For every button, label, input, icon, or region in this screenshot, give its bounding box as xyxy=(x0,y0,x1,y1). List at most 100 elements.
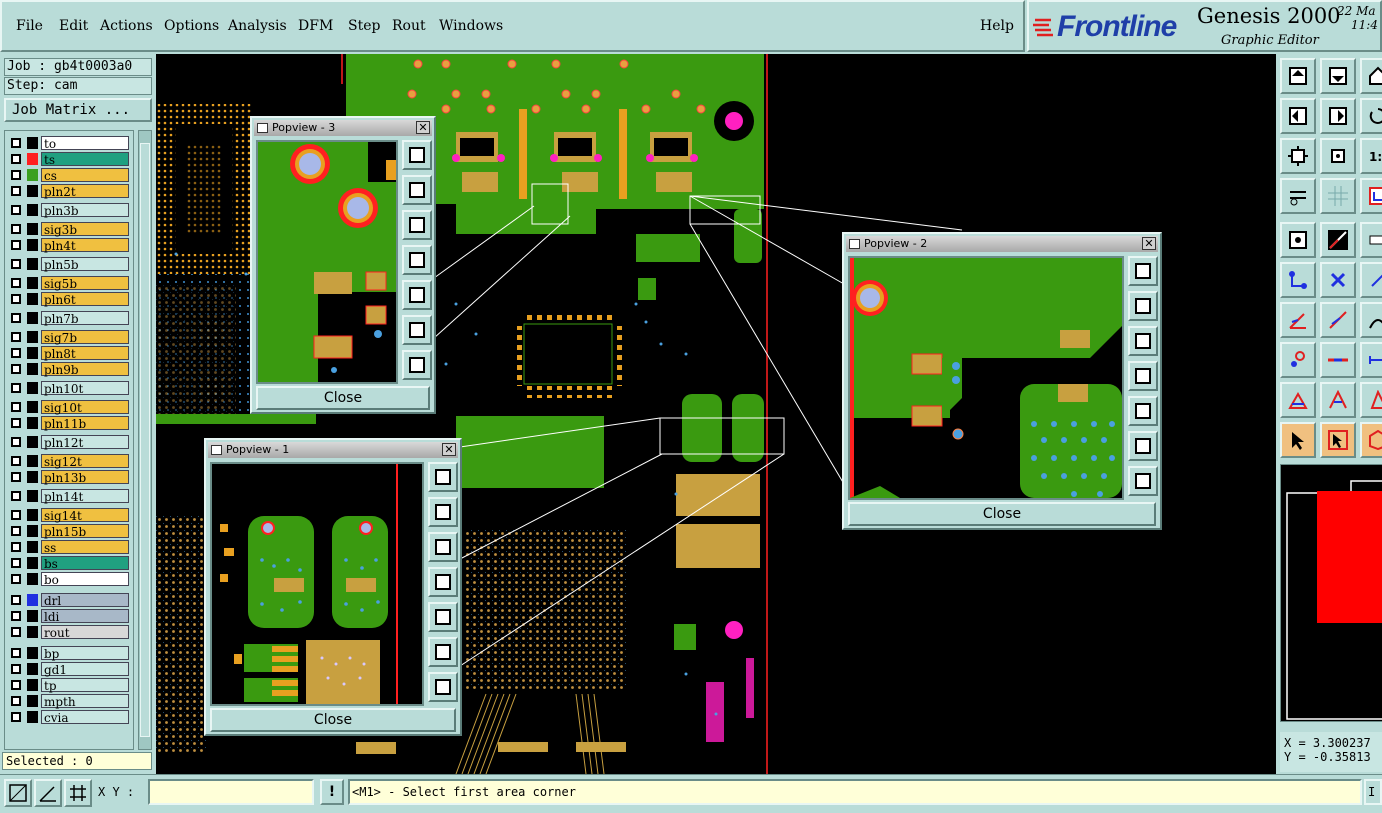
layer-name[interactable]: pln4t xyxy=(41,238,129,253)
polygon-icon[interactable] xyxy=(1360,382,1382,418)
layer-name[interactable]: sig10t xyxy=(41,400,129,415)
layer-name[interactable]: sig12t xyxy=(41,454,129,469)
layer-name[interactable]: sig14t xyxy=(41,508,129,523)
popview-1-close-button[interactable]: Close xyxy=(210,708,456,732)
layer-name[interactable]: to xyxy=(41,136,129,151)
popview-pan-right-button[interactable] xyxy=(402,280,432,310)
layer-row-cvia[interactable]: cvia xyxy=(7,709,131,725)
popview-pan-right-button[interactable] xyxy=(1128,396,1158,426)
layer-name[interactable]: pln12t xyxy=(41,435,129,450)
layer-row-mpth[interactable]: mpth xyxy=(7,693,131,709)
popview-zoom-in-button[interactable] xyxy=(428,637,458,667)
grid-icon[interactable] xyxy=(1320,178,1356,214)
info-button[interactable]: I xyxy=(1364,779,1382,805)
layer-color-swatch[interactable] xyxy=(27,679,38,691)
delete-node-icon[interactable] xyxy=(1320,262,1356,298)
layer-color-swatch[interactable] xyxy=(27,490,38,502)
ruler-icon[interactable] xyxy=(1320,222,1356,258)
xy-input[interactable] xyxy=(148,779,314,805)
layer-row-pln11b[interactable]: pln11b xyxy=(7,415,131,431)
layer-name[interactable]: tp xyxy=(41,678,129,693)
triangle-icon[interactable] xyxy=(1280,382,1316,418)
layer-name[interactable]: pln2t xyxy=(41,184,129,199)
layer-color-swatch[interactable] xyxy=(27,185,38,197)
layer-color-swatch[interactable] xyxy=(27,258,38,270)
layer-name[interactable]: pln9b xyxy=(41,362,129,377)
menu-analysis[interactable]: Analysis xyxy=(228,18,287,34)
menu-edit[interactable]: Edit xyxy=(59,18,88,34)
layer-name[interactable]: pln15b xyxy=(41,524,129,539)
menu-actions[interactable]: Actions xyxy=(100,18,153,34)
layer-name[interactable]: ts xyxy=(41,152,129,167)
layer-color-swatch[interactable] xyxy=(27,695,38,707)
popview-zoom-in-button[interactable] xyxy=(1128,431,1158,461)
layer-row-pln8t[interactable]: pln8t xyxy=(7,345,131,361)
layer-checkbox[interactable] xyxy=(11,348,21,358)
measure-icon[interactable] xyxy=(1280,222,1316,258)
popview-zoom-button[interactable] xyxy=(428,462,458,492)
layer-color-swatch[interactable] xyxy=(27,626,38,638)
layer-color-swatch[interactable] xyxy=(27,436,38,448)
layer-name[interactable]: mpth xyxy=(41,694,129,709)
layer-checkbox[interactable] xyxy=(11,558,21,568)
scrollbar-thumb[interactable] xyxy=(140,143,150,737)
layer-color-swatch[interactable] xyxy=(27,525,38,537)
layer-row-gd1[interactable]: gd1 xyxy=(7,661,131,677)
properties-icon[interactable] xyxy=(1280,178,1316,214)
layer-color-swatch[interactable] xyxy=(27,647,38,659)
connect-icon[interactable] xyxy=(1360,262,1382,298)
layer-name[interactable]: pln3b xyxy=(41,203,129,218)
layer-name[interactable]: ss xyxy=(41,540,129,555)
arc-icon[interactable] xyxy=(1360,302,1382,338)
layer-color-swatch[interactable] xyxy=(27,331,38,343)
layer-row-pln9b[interactable]: pln9b xyxy=(7,361,131,377)
layer-name[interactable]: drl xyxy=(41,593,129,608)
layer-row-sig7b[interactable]: sig7b xyxy=(7,329,131,345)
job-matrix-button[interactable]: Job Matrix ... xyxy=(4,98,152,122)
layer-name[interactable]: ldi xyxy=(41,609,129,624)
layer-checkbox[interactable] xyxy=(11,205,21,215)
popview-2-close-button[interactable]: Close xyxy=(848,502,1156,526)
layer-checkbox[interactable] xyxy=(11,627,21,637)
layer-color-swatch[interactable] xyxy=(27,509,38,521)
layer-checkbox[interactable] xyxy=(11,574,21,584)
layer-name[interactable]: sig5b xyxy=(41,276,129,291)
layer-name[interactable]: pln11b xyxy=(41,416,129,431)
save-view-icon[interactable] xyxy=(1320,58,1356,94)
window-menu-icon[interactable] xyxy=(211,445,222,455)
layer-name[interactable]: sig3b xyxy=(41,222,129,237)
select-area-pointer-icon[interactable] xyxy=(1320,422,1356,458)
layer-checkbox[interactable] xyxy=(11,170,21,180)
layer-checkbox[interactable] xyxy=(11,542,21,552)
layer-color-swatch[interactable] xyxy=(27,239,38,251)
layer-row-pln15b[interactable]: pln15b xyxy=(7,523,131,539)
layer-checkbox[interactable] xyxy=(11,154,21,164)
menu-windows[interactable]: Windows xyxy=(439,18,503,34)
scale-icon[interactable] xyxy=(1360,222,1382,258)
layer-checkbox[interactable] xyxy=(11,278,21,288)
layer-color-swatch[interactable] xyxy=(27,363,38,375)
menu-step[interactable]: Step xyxy=(348,18,380,34)
menu-help[interactable]: Help xyxy=(980,18,1014,34)
measure-angle-icon[interactable] xyxy=(34,779,62,807)
layer-color-swatch[interactable] xyxy=(27,401,38,413)
layer-row-bo[interactable]: bo xyxy=(7,571,131,587)
layer-color-swatch[interactable] xyxy=(27,594,38,606)
layer-name[interactable]: rout xyxy=(41,625,129,640)
layer-row-pln2t[interactable]: pln2t xyxy=(7,183,131,199)
layer-row-pln5b[interactable]: pln5b xyxy=(7,256,131,272)
layer-color-swatch[interactable] xyxy=(27,455,38,467)
layer-row-pln12t[interactable]: pln12t xyxy=(7,434,131,450)
layer-checkbox[interactable] xyxy=(11,259,21,269)
layer-row-bp[interactable]: bp xyxy=(7,645,131,661)
layer-row-rout[interactable]: rout xyxy=(7,624,131,640)
layer-row-pln4t[interactable]: pln4t xyxy=(7,237,131,253)
layer-name[interactable]: pln14t xyxy=(41,489,129,504)
circle-pad-icon[interactable] xyxy=(1280,342,1316,378)
layer-checkbox[interactable] xyxy=(11,696,21,706)
layer-checkbox[interactable] xyxy=(11,680,21,690)
popview-3-view[interactable] xyxy=(256,140,398,384)
grid-snap-icon[interactable] xyxy=(64,779,92,807)
popview-1-titlebar[interactable]: Popview - 1 ✕ xyxy=(208,442,458,458)
layer-name[interactable]: cs xyxy=(41,168,129,183)
